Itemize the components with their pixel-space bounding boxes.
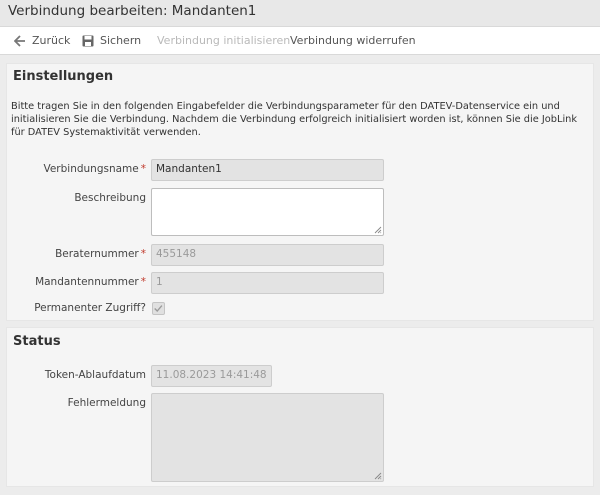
- permanent-access-label: Permanenter Zugriff?: [34, 302, 146, 314]
- required-marker: *: [140, 248, 146, 260]
- settings-heading: Einstellungen: [13, 69, 114, 84]
- advisor-number-label-text: Beraternummer: [55, 248, 139, 260]
- revoke-connection-label: Verbindung widerrufen: [290, 34, 416, 47]
- settings-intro-text: Bitte tragen Sie in den folgenden Eingab…: [11, 101, 578, 138]
- status-heading: Status: [13, 334, 61, 349]
- save-button-label: Sichern: [100, 34, 142, 47]
- token-expiry-label: Token-Ablaufdatum: [44, 369, 146, 381]
- settings-panel: Einstellungen Bitte tragen Sie in den fo…: [6, 63, 594, 321]
- permanent-access-checkbox[interactable]: [152, 302, 165, 315]
- connection-name-input[interactable]: Mandanten1: [151, 159, 384, 181]
- revoke-connection-button[interactable]: Verbindung widerrufen: [290, 34, 416, 47]
- title-bar: Verbindung bearbeiten: Mandanten1: [0, 0, 600, 26]
- client-number-label: Mandantennummer *: [35, 276, 146, 288]
- description-label: Beschreibung: [74, 192, 146, 204]
- save-icon: [82, 35, 94, 46]
- toolbar: Zurück Sichern Verbindung initialisieren…: [0, 26, 600, 55]
- back-button-label: Zurück: [32, 34, 71, 47]
- arrow-left-icon: [14, 34, 25, 47]
- back-button[interactable]: Zurück: [14, 34, 70, 47]
- token-expiry-field: 11.08.2023 14:41:48: [151, 365, 272, 387]
- initialize-connection-label: Verbindung initialisieren: [157, 34, 291, 47]
- connection-name-label: Verbindungsname *: [43, 163, 146, 175]
- initialize-connection-button[interactable]: Verbindung initialisieren: [157, 34, 290, 47]
- advisor-number-label: Beraternummer *: [55, 248, 146, 260]
- advisor-number-input[interactable]: 455148: [151, 244, 384, 266]
- save-button[interactable]: Sichern: [82, 34, 141, 47]
- required-marker: *: [140, 163, 146, 175]
- client-number-input[interactable]: 1: [151, 272, 384, 294]
- resize-grip-icon[interactable]: [374, 472, 382, 480]
- page-title: Verbindung bearbeiten: Mandanten1: [8, 3, 257, 19]
- error-message-label: Fehlermeldung: [67, 397, 146, 409]
- resize-grip-icon[interactable]: [374, 226, 382, 234]
- description-textarea[interactable]: [151, 188, 384, 236]
- checkmark-icon: [154, 305, 163, 313]
- connection-name-label-text: Verbindungsname: [43, 163, 139, 175]
- client-number-label-text: Mandantennummer: [35, 276, 139, 288]
- status-panel: Status Token-Ablaufdatum 11.08.2023 14:4…: [6, 327, 594, 487]
- required-marker: *: [140, 276, 146, 288]
- error-message-textarea[interactable]: [151, 393, 384, 482]
